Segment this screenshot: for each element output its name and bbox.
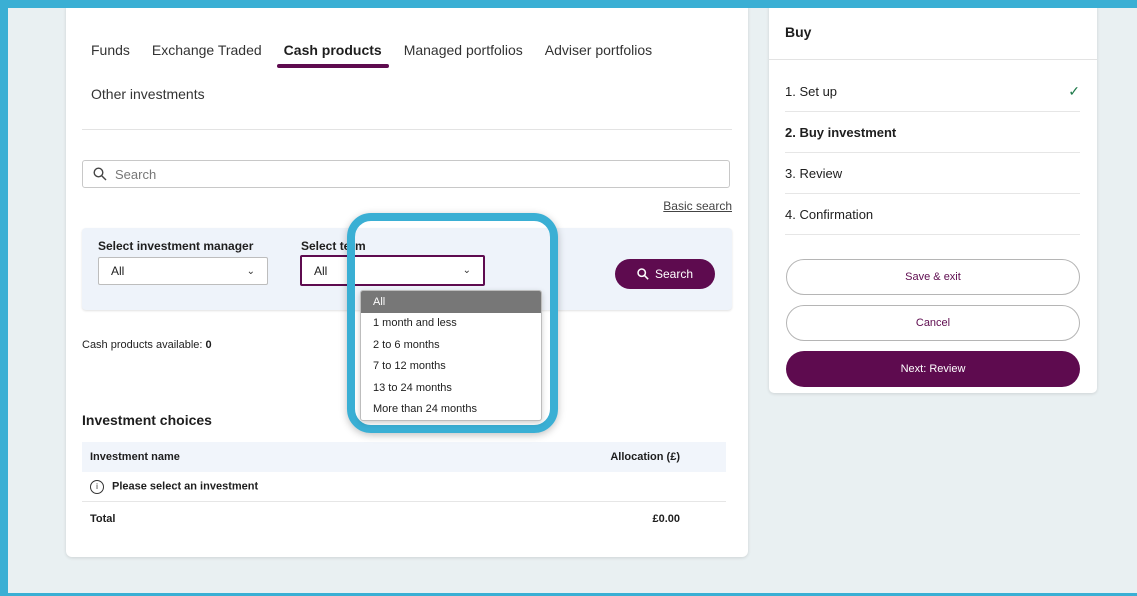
save-exit-button[interactable]: Save & exit: [786, 259, 1080, 295]
step-confirmation: 4. Confirmation: [785, 194, 1080, 235]
search-icon: [637, 268, 649, 280]
empty-message: i Please select an investment: [90, 479, 258, 494]
tab-row-2: Other investments: [82, 76, 732, 116]
table-row-total: Total £0.00: [82, 504, 726, 534]
choices-table-header: Investment name Allocation (£): [82, 442, 726, 472]
available-count: 0: [205, 339, 212, 351]
table-row-empty: i Please select an investment: [82, 472, 726, 502]
step-review: 3. Review: [785, 153, 1080, 194]
tab-divider: [82, 129, 732, 130]
filter-search-button-label: Search: [654, 267, 694, 281]
tab-funds[interactable]: Funds: [82, 32, 141, 72]
product-tabs: Funds Exchange Traded Cash products Mana…: [82, 32, 732, 116]
available-label: Cash products available:: [82, 339, 203, 351]
total-label: Total: [90, 513, 116, 525]
tab-row-1: Funds Exchange Traded Cash products Mana…: [82, 32, 732, 72]
next-review-button[interactable]: Next: Review: [786, 351, 1080, 387]
tab-other-investments[interactable]: Other investments: [82, 76, 216, 116]
select-term-value: All: [314, 263, 328, 278]
select-term-select[interactable]: All ⌄: [300, 255, 485, 286]
search-input[interactable]: [113, 165, 729, 183]
step-set-up: 1. Set up ✓: [785, 71, 1080, 112]
investment-manager-select[interactable]: All ⌄: [98, 257, 268, 285]
term-option-7-12-months[interactable]: 7 to 12 months: [361, 356, 541, 378]
page-viewport: Funds Exchange Traded Cash products Mana…: [8, 8, 1137, 593]
tab-adviser-portfolios[interactable]: Adviser portfolios: [534, 32, 663, 72]
buy-steps-card: Buy 1. Set up ✓ 2. Buy investment 3. Rev…: [769, 8, 1097, 393]
term-option-24-plus-months[interactable]: More than 24 months: [361, 399, 541, 421]
term-option-1-month[interactable]: 1 month and less: [361, 313, 541, 335]
search-icon: [93, 167, 107, 181]
investment-manager-label: Select investment manager: [98, 239, 254, 253]
chevron-down-icon: ⌄: [462, 265, 471, 276]
term-option-2-6-months[interactable]: 2 to 6 months: [361, 334, 541, 356]
buy-title: Buy: [785, 24, 812, 40]
select-term-label: Select term: [301, 239, 366, 253]
info-icon: i: [90, 479, 104, 494]
col-allocation: Allocation (£): [610, 451, 680, 463]
term-option-all[interactable]: All: [361, 291, 541, 313]
step-label: 3. Review: [785, 165, 843, 181]
tab-cash-products[interactable]: Cash products: [273, 32, 393, 72]
buy-title-divider: [769, 59, 1097, 60]
search-field[interactable]: [82, 160, 730, 188]
step-buy-investment: 2. Buy investment: [785, 112, 1080, 153]
basic-search-link[interactable]: Basic search: [663, 199, 732, 213]
step-label: 2. Buy investment: [785, 124, 897, 140]
filter-search-button[interactable]: Search: [615, 259, 715, 289]
check-icon: ✓: [1068, 82, 1080, 99]
col-investment-name: Investment name: [90, 451, 180, 463]
chevron-down-icon: ⌄: [246, 265, 255, 277]
step-label: 1. Set up: [785, 83, 838, 99]
tab-exchange-traded[interactable]: Exchange Traded: [141, 32, 273, 72]
step-label: 4. Confirmation: [785, 206, 874, 222]
cash-products-available: Cash products available: 0: [82, 339, 212, 351]
term-option-13-24-months[interactable]: 13 to 24 months: [361, 377, 541, 399]
investment-search-card: Funds Exchange Traded Cash products Mana…: [66, 8, 748, 557]
tab-managed-portfolios[interactable]: Managed portfolios: [393, 32, 534, 72]
investment-choices-title: Investment choices: [82, 412, 212, 428]
term-dropdown-list: All 1 month and less 2 to 6 months 7 to …: [360, 290, 542, 421]
total-value: £0.00: [652, 513, 680, 525]
investment-manager-value: All: [111, 264, 125, 278]
cancel-button[interactable]: Cancel: [786, 305, 1080, 341]
